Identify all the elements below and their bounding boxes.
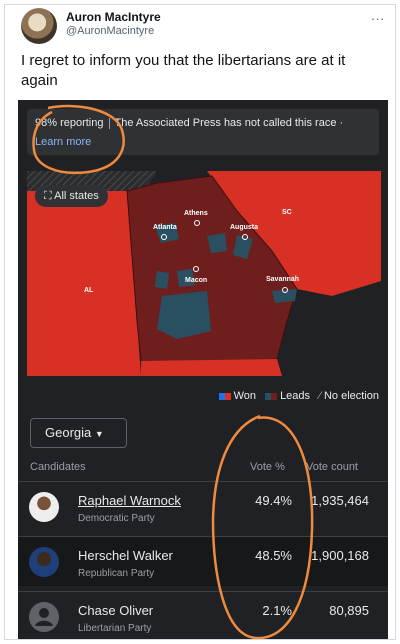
- alabama-region[interactable]: [27, 191, 141, 376]
- legend-leads: Leads: [280, 390, 311, 402]
- map-label-savannah: Savannah: [266, 276, 299, 283]
- legend-won: Won: [233, 390, 256, 402]
- candidate-party: Republican Party: [78, 568, 155, 579]
- candidate-row-walker[interactable]: Herschel Walker Republican Party 48.5% 1…: [18, 536, 388, 586]
- candidate-avatar: [29, 547, 59, 577]
- race-status: The Associated Press has not called this…: [114, 117, 337, 129]
- candidate-vote-percent: 49.4%: [255, 493, 292, 508]
- author-handle[interactable]: @AuronMacintyre: [66, 25, 154, 37]
- legend-rep-won-swatch: [224, 392, 231, 400]
- author-avatar[interactable]: [21, 8, 57, 44]
- candidate-name[interactable]: Chase Oliver: [78, 603, 153, 618]
- legend-rep-leads-swatch: [271, 392, 278, 400]
- candidate-name[interactable]: Herschel Walker: [78, 548, 173, 563]
- more-options-icon[interactable]: ...: [371, 8, 385, 23]
- map-label-augusta: Augusta: [230, 224, 258, 231]
- all-states-button[interactable]: ⛶ All states: [35, 185, 108, 207]
- reporting-percent: 98% reporting: [35, 117, 104, 129]
- vote-count-header[interactable]: Vote count: [306, 461, 358, 473]
- candidate-name[interactable]: Raphael Warnock: [78, 493, 181, 508]
- candidate-party: Democratic Party: [78, 513, 155, 524]
- learn-more-link[interactable]: Learn more: [35, 136, 91, 148]
- map-legend: Won Leads ⁄ No election: [18, 390, 379, 402]
- attached-image[interactable]: 98% reporting The Associated Press has no…: [18, 100, 388, 639]
- map-label-athens: Athens: [184, 210, 208, 217]
- candidate-row-warnock[interactable]: Raphael Warnock Democratic Party 49.4% 1…: [18, 481, 388, 531]
- candidate-vote-percent: 48.5%: [255, 548, 292, 563]
- map-label-macon: Macon: [185, 277, 207, 284]
- map-label-atlanta: Atlanta: [153, 224, 177, 231]
- candidate-vote-count: 1,935,464: [311, 493, 369, 508]
- author-name[interactable]: Auron MacIntyre: [66, 10, 161, 24]
- candidate-vote-count: 1,900,168: [311, 548, 369, 563]
- state-selector-value: Georgia: [45, 425, 92, 440]
- candidate-row-oliver[interactable]: Chase Oliver Libertarian Party 2.1% 80,8…: [18, 591, 388, 639]
- divider: [108, 117, 110, 129]
- vote-percent-header[interactable]: Vote %: [250, 461, 285, 473]
- candidate-party: Libertarian Party: [78, 623, 152, 634]
- candidate-vote-percent: 2.1%: [262, 603, 292, 618]
- all-states-label: All states: [54, 190, 99, 202]
- candidate-vote-count: 80,895: [329, 603, 369, 618]
- tweet-card: Auron MacIntyre @AuronMacintyre ... I re…: [4, 4, 396, 640]
- map-label-al: AL: [84, 287, 94, 294]
- reporting-banner: 98% reporting The Associated Press has no…: [27, 109, 379, 155]
- person-placeholder-icon: [29, 602, 59, 632]
- candidate-avatar: [29, 492, 59, 522]
- legend-no-election: No election: [323, 390, 379, 402]
- map-label-sc: SC: [282, 209, 292, 216]
- tweet-text: I regret to inform you that the libertar…: [21, 52, 346, 89]
- no-election-icon: ⁄: [319, 390, 321, 402]
- expand-icon: ⛶: [44, 190, 55, 202]
- florida-region[interactable]: [141, 359, 282, 376]
- dropdown-caret-icon: ▼: [94, 429, 104, 439]
- state-selector-dropdown[interactable]: Georgia ▼: [30, 418, 127, 448]
- candidates-header: Candidates: [30, 461, 86, 473]
